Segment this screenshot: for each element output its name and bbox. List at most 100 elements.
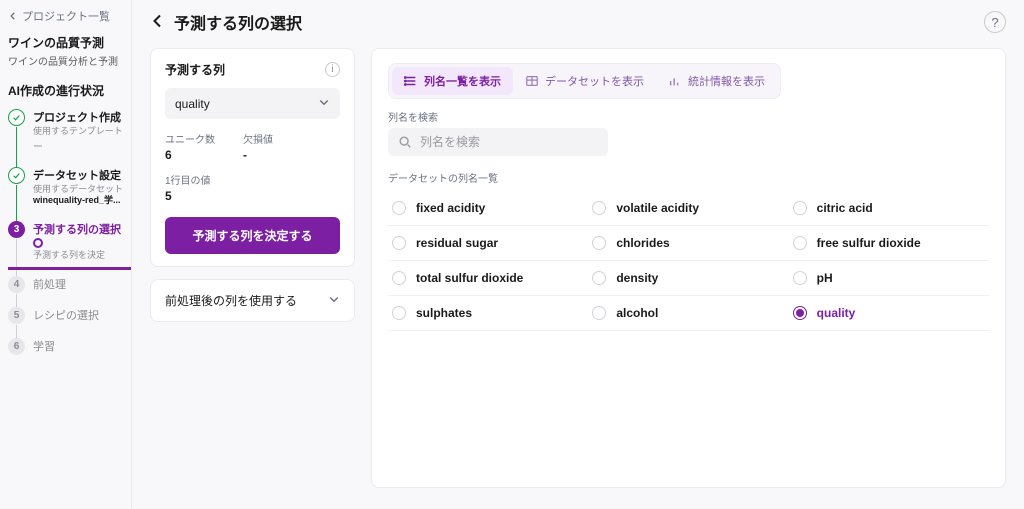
column-name: volatile acidity — [616, 201, 699, 215]
radio-icon — [592, 306, 606, 320]
step-label: レシピの選択 — [33, 307, 123, 323]
project-title: ワインの品質予測 — [8, 34, 123, 51]
column-option[interactable]: pH — [789, 261, 989, 296]
radio-icon — [793, 306, 807, 320]
column-name: free sulfur dioxide — [817, 236, 921, 250]
radio-icon — [592, 201, 606, 215]
tab-column-list[interactable]: 列名一覧を表示 — [392, 67, 513, 95]
radio-icon — [793, 271, 807, 285]
config-column: 予測する列 i quality ユニーク数 6 欠損値 — [150, 48, 355, 488]
unique-label: ユニーク数 — [165, 131, 215, 146]
check-icon — [12, 113, 21, 122]
column-name: citric acid — [817, 201, 873, 215]
page-title: 予測する列の選択 — [174, 10, 302, 34]
chevron-down-icon — [318, 96, 330, 111]
radio-icon — [793, 201, 807, 215]
arrow-left-icon — [8, 11, 18, 21]
check-icon — [12, 171, 21, 180]
column-option[interactable]: fixed acidity — [388, 191, 588, 226]
target-indicator-icon — [33, 238, 43, 248]
step-label: 前処理 — [33, 276, 123, 292]
step-dataset-config[interactable]: データセット設定 使用するデータセット winequality-red_学... — [8, 167, 123, 221]
radio-icon — [592, 271, 606, 285]
column-option[interactable]: free sulfur dioxide — [789, 226, 989, 261]
column-option[interactable]: citric acid — [789, 191, 989, 226]
column-option[interactable]: residual sugar — [388, 226, 588, 261]
back-to-projects[interactable]: プロジェクト一覧 — [8, 8, 123, 24]
missing-label: 欠損値 — [243, 131, 273, 146]
tab-dataset[interactable]: データセットを表示 — [513, 67, 656, 95]
tab-stats[interactable]: 統計情報を表示 — [656, 67, 777, 95]
help-button[interactable]: ? — [984, 11, 1006, 33]
step-project-create[interactable]: プロジェクト作成 使用するテンプレート ー — [8, 109, 123, 167]
column-name: quality — [817, 306, 856, 320]
main: 予測する列の選択 ? 予測する列 i quality ユニーク数 — [132, 0, 1024, 509]
radio-icon — [392, 236, 406, 250]
chart-icon — [668, 74, 682, 88]
column-name: total sulfur dioxide — [416, 271, 523, 285]
radio-icon — [592, 236, 606, 250]
column-name: chlorides — [616, 236, 669, 250]
search-input-wrapper[interactable] — [388, 128, 608, 156]
column-list-label: データセットの列名一覧 — [388, 170, 989, 185]
list-icon — [404, 74, 418, 88]
search-icon — [398, 135, 412, 149]
step-recipe[interactable]: 5 レシピの選択 — [8, 307, 123, 338]
column-option[interactable]: density — [588, 261, 788, 296]
tab-label: 列名一覧を表示 — [424, 73, 501, 89]
step-preprocess[interactable]: 4 前処理 — [8, 276, 123, 307]
target-column-select[interactable]: quality — [165, 88, 340, 119]
step-select-target[interactable]: 3 予測する列の選択 予測する列を決定 — [8, 221, 123, 276]
step-list: プロジェクト作成 使用するテンプレート ー データセット設定 使用するデータセッ… — [8, 109, 123, 355]
column-name: residual sugar — [416, 236, 498, 250]
step-training[interactable]: 6 学習 — [8, 338, 123, 355]
step-sublabel: 予測する列を決定 — [33, 250, 123, 262]
column-name: fixed acidity — [416, 201, 485, 215]
step-label: データセット設定 — [33, 167, 123, 183]
step-sublabel: 使用するテンプレート — [33, 126, 123, 138]
radio-icon — [793, 236, 807, 250]
column-option[interactable]: alcohol — [588, 296, 788, 331]
first-row-value: 5 — [165, 189, 340, 203]
unique-value: 6 — [165, 148, 215, 162]
column-list-panel: 列名一覧を表示 データセットを表示 統計情報を表示 列名を検索 データセットの列… — [371, 48, 1006, 488]
column-option[interactable]: volatile acidity — [588, 191, 788, 226]
step-label: 予測する列の選択 — [33, 221, 123, 249]
info-icon[interactable]: i — [325, 62, 340, 77]
target-column-card: 予測する列 i quality ユニーク数 6 欠損値 — [150, 48, 355, 267]
radio-icon — [392, 271, 406, 285]
radio-icon — [392, 201, 406, 215]
search-input[interactable] — [420, 135, 598, 149]
confirm-target-button[interactable]: 予測する列を決定する — [165, 217, 340, 254]
column-option[interactable]: quality — [789, 296, 989, 331]
main-back-button[interactable] — [150, 13, 166, 32]
step-subvalue: winequality-red_学... — [33, 195, 123, 207]
use-postprocessed-toggle[interactable]: 前処理後の列を使用する — [150, 279, 355, 322]
column-option[interactable]: chlorides — [588, 226, 788, 261]
step-sublabel: 使用するデータセット — [33, 184, 123, 196]
tab-label: 統計情報を表示 — [688, 73, 765, 89]
back-label: プロジェクト一覧 — [22, 8, 110, 24]
select-value: quality — [175, 97, 210, 111]
column-name: sulphates — [416, 306, 472, 320]
step-label: プロジェクト作成 — [33, 109, 123, 125]
current-step-indicator — [8, 267, 131, 270]
search-label: 列名を検索 — [388, 109, 989, 124]
first-row-label: 1行目の値 — [165, 172, 340, 187]
step-label: 学習 — [33, 338, 123, 354]
project-subtitle: ワインの品質分析と予測 — [8, 53, 123, 68]
column-name: density — [616, 271, 658, 285]
toggle-label: 前処理後の列を使用する — [165, 292, 297, 309]
column-grid: fixed acidity volatile acidity citric acid… — [388, 191, 989, 331]
column-name: alcohol — [616, 306, 658, 320]
column-option[interactable]: sulphates — [388, 296, 588, 331]
step-subvalue: ー — [33, 138, 123, 153]
progress-title: AI作成の進行状況 — [8, 82, 123, 99]
column-option[interactable]: total sulfur dioxide — [388, 261, 588, 296]
view-tabs: 列名一覧を表示 データセットを表示 統計情報を表示 — [388, 63, 781, 99]
table-icon — [525, 74, 539, 88]
column-name: pH — [817, 271, 833, 285]
chevron-down-icon — [328, 293, 340, 308]
arrow-left-icon — [150, 13, 166, 29]
tab-label: データセットを表示 — [545, 73, 644, 89]
